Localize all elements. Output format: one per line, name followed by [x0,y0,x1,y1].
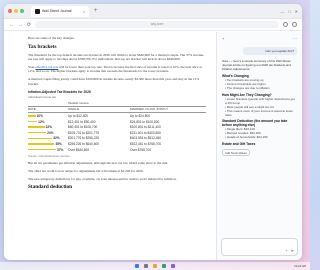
user-message: Can you explain this? [243,47,297,55]
single-cell: Up to $12,400 [68,113,89,118]
paragraph-4: But all tax parameters get inflation adj… [28,161,169,166]
single-cell: $256,226 to $640,600 [68,141,100,146]
rate-bar [28,143,55,145]
single-cell: $201,776 to $256,225 [68,136,100,141]
single-cell: $105,701 to $201,775 [68,130,100,135]
window-dots [8,9,24,13]
chat-input[interactable]: + ➤ [221,238,298,256]
profile-icon[interactable] [283,22,288,27]
clock: 10:24 AM [294,264,306,268]
single-cell: $12,401 to $50,400 [68,119,96,124]
input-actions: + ➤ [285,248,294,253]
paragraph-3: A married couple filing jointly could ha… [28,76,200,86]
rate-bar [28,120,38,123]
suggestion-chips: Add Stock Values [222,148,297,157]
section-standard: Standard Deduction (the amount you take … [222,119,288,128]
assistant-intro: Sure — here's a simple summary of this W… [222,59,291,72]
suggestion-chip[interactable]: Add Stock Values [222,148,250,157]
heading-standard-deduction: Standard deduction [28,184,72,191]
married-cell: $100,801 to $211,400 [130,125,161,130]
col-rate-header: RATE [28,107,36,112]
rate-label: 12% [38,119,45,124]
paragraph-2: Your effective tax rate will be lower th… [28,65,206,74]
window-controls: — □ ✕ [280,9,298,14]
married-cell: $403,551 to $512,450 [130,136,162,141]
col-married-header: MARRIED, FILING JOINTLY [130,107,169,112]
rate-label: 10% [36,113,43,118]
married-cell: $512,451 to $768,700 [130,141,162,146]
attach-icon[interactable]: + [285,248,287,253]
paragraph-5: The child tax credit is now subject to a… [28,168,144,173]
article-body: Here are some of the key changes. Tax br… [4,32,216,260]
tab-title: Wall Street Journal [42,9,72,13]
page-content: Here are some of the key changes. Tax br… [4,32,302,260]
heading-tax-brackets: Tax brackets [28,43,57,50]
forward-button[interactable]: → [18,22,23,28]
back-button[interactable]: ← [9,22,14,28]
table-title: Inflation-Adjusted Tax Brackets for 2026 [28,90,91,95]
start-icon[interactable] [135,264,139,268]
tab-bar: Wall Street Journal × + — □ ✕ [4,4,302,19]
intro-text: Here are some of the key changes. [28,36,75,40]
rate-label: 35% [55,141,62,146]
sidebar-toolbar: + ⋯ [222,36,297,41]
tax-bracket-table: Inflation-Adjusted Tax Brackets for 2026… [28,90,206,158]
tab-wsj[interactable]: Wall Street Journal × [31,5,89,17]
refresh-button[interactable]: ⟳ [27,22,31,28]
paragraph-1: The threshold for the top federal income… [28,52,205,62]
rate-cell: 37% [28,147,68,153]
rate-bar [28,132,47,134]
list-item: • Heads of households: $24,150 [225,135,268,140]
new-tab-button[interactable]: + [94,8,98,14]
minimize-button[interactable]: — [280,9,284,14]
table-rows: 10% Up to $12,400 Up to $24,800 12% $12,401 … [28,113,206,152]
list-item: • The changes are due to inflation [225,86,270,91]
single-cell: Over $640,600 [68,147,90,152]
married-cell: Up to $24,800 [130,113,151,118]
section-estate: Estate and Gift Taxes [222,141,256,146]
rate-bar [28,148,56,151]
single-cell: $50,401 to $105,700 [68,125,98,130]
assistant-sidebar: + ⋯ Can you explain this? Sure — here's … [216,32,302,260]
effective-tax-rate-link[interactable]: effective tax rate [35,65,58,69]
tab-close-icon[interactable]: × [83,9,85,14]
married-cell: $24,801 to $100,800 [130,119,160,124]
files-icon[interactable] [153,264,157,268]
rate-label: 22% [45,125,53,130]
new-chat-button[interactable]: + [222,36,224,41]
list-item: • This means more of your income is taxe… [225,108,294,117]
taskbar: 10:24 AM [0,262,310,270]
browser-window: Wall Street Journal × + — □ ✕ ← → ⟳ wsj.… [4,4,302,260]
col-taxable-label: Taxable income [68,101,89,106]
maximize-dot-icon[interactable] [20,9,24,13]
send-icon[interactable]: ➤ [291,248,294,253]
table-row: 37% Over $640,600 Over $768,700 [28,147,206,153]
more-menu-icon[interactable]: ⋯ [293,36,297,41]
rate-label: 24% [47,130,54,135]
browser-icon[interactable] [162,264,166,268]
search-icon[interactable] [144,264,148,268]
table-source: Source: Internal Revenue Service [28,154,70,159]
table-subtitle: Individual income tax [28,95,57,100]
rate-bar [28,126,45,128]
wsj-favicon-icon [35,8,40,14]
extensions-icon[interactable] [292,22,297,27]
app-icon[interactable] [171,264,175,268]
url-field[interactable]: wsj.com [35,21,279,28]
minimize-dot-icon[interactable] [14,9,18,13]
close-button[interactable]: ✕ [295,9,298,14]
rate-bar [28,115,36,117]
rate-label: 37% [57,147,64,152]
address-bar: ← → ⟳ wsj.com [4,19,302,31]
married-cell: Over $768,700 [130,147,152,152]
rate-label: 32% [53,136,60,141]
list-item: • Lower brackets (people with higher ded… [225,96,295,105]
col-single-header: SINGLE [68,107,80,112]
married-cell: $211,401 to $403,550 [130,130,161,135]
rate-bar [28,137,53,140]
paragraph-6: The new temporary deductions for tips, o… [28,176,177,181]
close-dot-icon[interactable] [8,9,12,13]
maximize-button[interactable]: □ [288,9,290,14]
